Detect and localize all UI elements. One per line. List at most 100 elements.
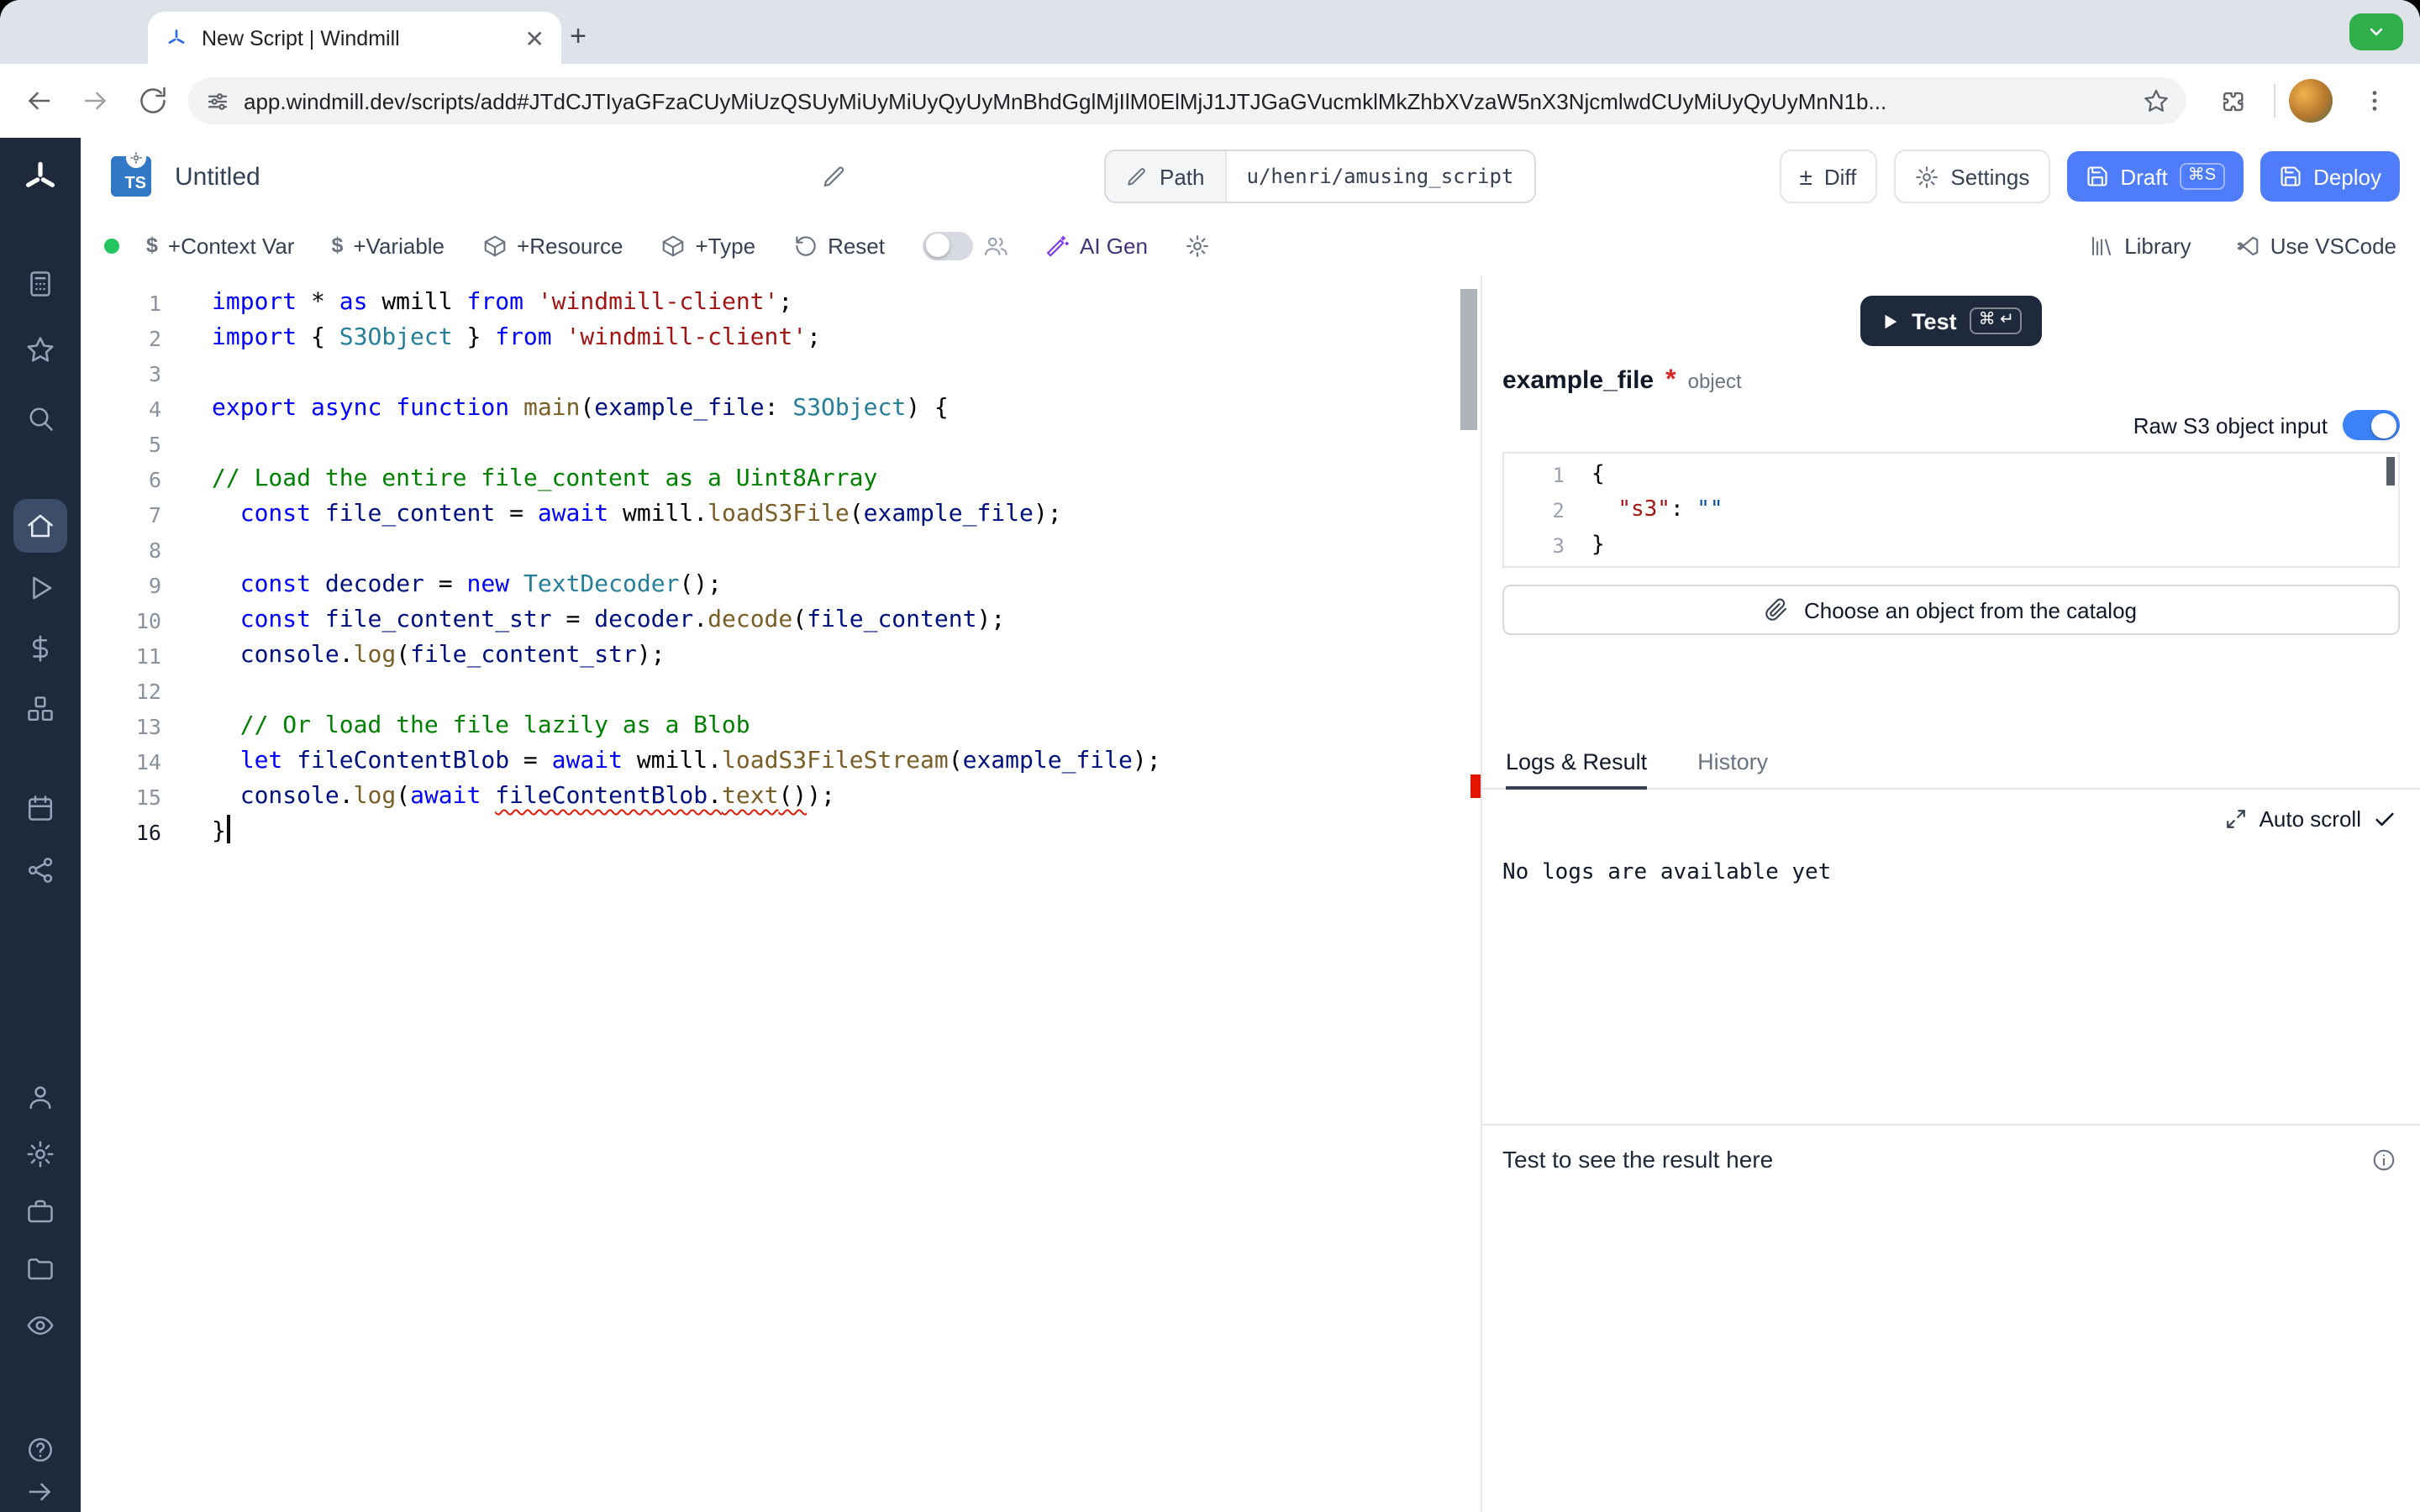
code-line: 16} (81, 815, 1457, 850)
library-button[interactable]: Library (2089, 233, 2191, 258)
url-bar[interactable]: app.windmill.dev/scripts/add#JTdCJTIyaGF… (188, 77, 2186, 124)
code-editor[interactable]: 1import * as wmill from 'windmill-client… (81, 276, 1481, 1512)
bookmark-star-icon[interactable] (2143, 87, 2170, 114)
scrollbar-thumb[interactable] (1460, 289, 1477, 430)
draft-button[interactable]: Draft ⌘S (2066, 151, 2243, 202)
diff-icon: ± (1800, 165, 1812, 188)
add-context-var-button[interactable]: $ +Context Var (146, 233, 294, 258)
reload-button[interactable] (124, 72, 182, 129)
sidebar-item-workspace[interactable] (0, 1188, 81, 1235)
tab-history[interactable]: History (1697, 739, 1768, 788)
back-button[interactable] (10, 72, 67, 129)
raw-s3-toggle[interactable] (2343, 410, 2400, 440)
script-header: TS Untitled Path u/henri/amusing_script (81, 138, 2420, 215)
sidebar-item-variables[interactable] (0, 625, 81, 672)
sidebar-item-settings[interactable] (0, 1131, 81, 1178)
sidebar-item-search[interactable] (0, 395, 81, 442)
ai-gen-button[interactable]: AI Gen (1044, 233, 1148, 258)
reset-icon (792, 233, 818, 258)
sidebar-item-audit[interactable] (0, 1302, 81, 1349)
sidebar-collapse-icon[interactable] (0, 1468, 81, 1512)
library-icon (2089, 233, 2114, 258)
autoscroll-control[interactable]: Auto scroll (1506, 806, 2396, 832)
line-number: 16 (81, 815, 161, 850)
windmill-logo[interactable] (0, 155, 81, 202)
code-line: 2 "s3": "" (1504, 492, 2398, 528)
script-title-input[interactable]: Untitled (175, 162, 260, 191)
new-tab-button[interactable]: + (558, 17, 598, 57)
line-number: 4 (81, 391, 161, 427)
add-resource-button[interactable]: +Resource (481, 233, 623, 258)
sidebar-item-favorites[interactable] (0, 326, 81, 373)
line-number: 13 (81, 709, 161, 744)
sidebar-item-home[interactable] (13, 499, 67, 553)
tab-close-icon[interactable]: ✕ (525, 26, 544, 50)
profile-avatar[interactable] (2289, 79, 2333, 123)
add-type-button[interactable]: +Type (660, 233, 756, 258)
browser-tab[interactable]: New Script | Windmill ✕ (148, 12, 561, 64)
multiplayer-toggle[interactable] (922, 231, 1007, 260)
reset-button[interactable]: Reset (792, 233, 885, 258)
gear-icon (1185, 233, 1210, 258)
info-icon[interactable] (2371, 1147, 2396, 1172)
multiplayer-switch[interactable] (922, 231, 972, 260)
add-variable-button[interactable]: $ +Variable (331, 233, 445, 258)
deploy-button[interactable]: Deploy (2260, 151, 2400, 202)
sidebar-item-folders[interactable] (0, 1245, 81, 1292)
json-input-editor[interactable]: 1{2 "s3": ""3} (1502, 452, 2400, 568)
sidebar-item-apps[interactable] (0, 260, 81, 307)
choose-object-button[interactable]: Choose an object from the catalog (1502, 585, 2400, 635)
help-icon[interactable] (0, 1426, 81, 1473)
code-line: 4export async function main(example_file… (81, 391, 1457, 427)
test-panel: Test ⌘ ↵ example_file* object Raw S3 obj… (1481, 276, 2420, 1512)
language-settings-icon[interactable] (126, 148, 146, 168)
diff-button[interactable]: ± Diff (1780, 150, 1877, 203)
wand-icon (1044, 233, 1070, 258)
save-icon (2085, 165, 2108, 188)
code-line: 3 (81, 356, 1457, 391)
sidebar-item-resources[interactable] (0, 685, 81, 732)
sidebar-item-runs[interactable] (0, 564, 81, 612)
line-number: 2 (81, 321, 161, 356)
line-number: 5 (81, 427, 161, 462)
typescript-badge: TS (111, 156, 151, 197)
code-line: 3} (1504, 528, 2398, 563)
edit-path-icon (1126, 165, 1148, 187)
test-button[interactable]: Test ⌘ ↵ (1860, 296, 2043, 346)
settings-button[interactable]: Settings (1893, 150, 2049, 203)
paperclip-icon (1765, 598, 1789, 622)
tab-logs-result[interactable]: Logs & Result (1506, 739, 1647, 790)
save-icon (2278, 165, 2302, 188)
code-line: 6// Load the entire file_content as a Ui… (81, 462, 1457, 497)
extensions-icon[interactable] (2203, 72, 2260, 129)
forward-button[interactable] (67, 72, 124, 129)
line-number: 15 (81, 780, 161, 815)
sidebar-item-schedules[interactable] (0, 785, 81, 832)
check-icon (2373, 807, 2396, 831)
required-asterisk: * (1665, 366, 1676, 396)
sidebar-item-user[interactable] (0, 1074, 81, 1121)
line-number: 14 (81, 744, 161, 780)
screen-share-button[interactable] (2349, 13, 2403, 50)
sidebar-item-flows[interactable] (0, 847, 81, 894)
path-value: u/henri/amusing_script (1227, 151, 1534, 202)
browser-window: New Script | Windmill ✕ + app.wind (0, 0, 2420, 1512)
editor-scrollbar[interactable] (1457, 276, 1481, 1512)
editor-settings-button[interactable] (1185, 233, 1210, 258)
logs-tabs: Logs & Result History (1482, 739, 2420, 790)
editor-toolbar: $ +Context Var $ +Variable +Resource +Ty… (81, 215, 2420, 277)
code-line: 1import * as wmill from 'windmill-client… (81, 286, 1457, 321)
expand-icon[interactable] (2226, 808, 2248, 830)
site-settings-icon[interactable] (205, 88, 230, 113)
code-line: 10 const file_content_str = decoder.deco… (81, 603, 1457, 638)
browser-menu-icon[interactable] (2346, 72, 2403, 129)
autoscroll-label: Auto scroll (2260, 806, 2361, 832)
raw-s3-toggle-label: Raw S3 object input (2133, 412, 2328, 438)
path-editor[interactable]: Path u/henri/amusing_script (1104, 150, 1535, 203)
edit-title-icon[interactable] (822, 164, 847, 189)
line-number: 12 (81, 674, 161, 709)
code-line: 5 (81, 427, 1457, 462)
dollar-icon: $ (146, 234, 158, 257)
use-vscode-button[interactable]: Use VSCode (2235, 233, 2396, 258)
json-scrollbar-thumb[interactable] (2386, 457, 2395, 486)
